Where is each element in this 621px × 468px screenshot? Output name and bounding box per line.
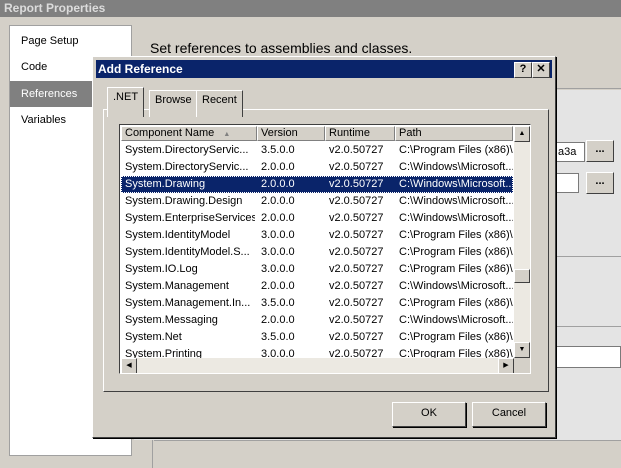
table-cell-name: System.Messaging bbox=[125, 314, 218, 326]
table-cell-name: System.Management bbox=[125, 280, 229, 292]
tab-recent[interactable]: Recent bbox=[196, 90, 243, 117]
vertical-scroll-thumb[interactable] bbox=[514, 269, 530, 283]
table-cell-runtime: v2.0.50727 bbox=[329, 280, 384, 292]
table-cell-version: 3.5.0.0 bbox=[261, 331, 295, 343]
table-cell-name: System.IO.Log bbox=[125, 263, 198, 275]
table-cell-runtime: v2.0.50727 bbox=[329, 144, 384, 156]
background-field[interactable] bbox=[555, 346, 621, 368]
table-cell-path: C:\Windows\Microsoft... bbox=[399, 280, 513, 292]
table-row[interactable]: System.Management.In... 3.5.0.0 v2.0.50727… bbox=[121, 295, 513, 312]
table-row[interactable]: System.IdentityModel 3.0.0.0 v2.0.50727 C:\… bbox=[121, 227, 513, 244]
table-cell-runtime: v2.0.50727 bbox=[329, 161, 384, 173]
background-browse-button-2[interactable]: ... bbox=[586, 172, 614, 194]
table-row[interactable]: System.Management 2.0.0.0 v2.0.50727 C:\Win… bbox=[121, 278, 513, 295]
table-cell-version: 2.0.0.0 bbox=[261, 280, 295, 292]
table-row[interactable]: System.IO.Log 3.0.0.0 v2.0.50727 C:\Program… bbox=[121, 261, 513, 278]
table-cell-name: System.DirectoryServic... bbox=[125, 144, 249, 156]
divider bbox=[154, 440, 621, 441]
table-cell-version: 3.0.0.0 bbox=[261, 263, 295, 275]
table-cell-name: System.IdentityModel.S... bbox=[125, 246, 250, 258]
column-header-path[interactable]: Path bbox=[395, 126, 513, 141]
scroll-left-button[interactable]: ◀ bbox=[121, 358, 137, 373]
ok-button[interactable]: OK bbox=[392, 402, 466, 427]
tab-net[interactable]: .NET bbox=[107, 87, 145, 117]
component-list[interactable]: Component Name ▲ Version Runtime Path Sy… bbox=[119, 124, 531, 374]
table-row[interactable]: System.Messaging 2.0.0.0 v2.0.50727 C:\Wind… bbox=[121, 312, 513, 329]
background-assembly-field[interactable]: a3a bbox=[555, 142, 585, 162]
table-cell-runtime: v2.0.50727 bbox=[329, 195, 384, 207]
table-cell-path: C:\Windows\Microsoft... bbox=[399, 195, 513, 207]
table-cell-path: C:\Windows\Microsoft... bbox=[399, 161, 513, 173]
column-header-component-name[interactable]: Component Name ▲ bbox=[121, 126, 257, 141]
table-cell-version: 2.0.0.0 bbox=[261, 212, 295, 224]
table-row[interactable]: System.DirectoryServic... 3.5.0.0 v2.0.507… bbox=[121, 142, 513, 159]
list-header: Component Name ▲ Version Runtime Path bbox=[121, 126, 513, 141]
scroll-right-button[interactable]: ▶ bbox=[498, 358, 514, 373]
scroll-up-button[interactable]: ▲ bbox=[514, 126, 530, 142]
table-cell-name: System.Management.In... bbox=[125, 297, 251, 309]
table-cell-path: C:\Windows\Microsoft... bbox=[399, 314, 513, 326]
table-cell-path: C:\Windows\Microsoft... bbox=[399, 178, 513, 190]
vertical-scrollbar[interactable]: ▲ ▼ bbox=[514, 126, 530, 358]
table-cell-version: 2.0.0.0 bbox=[261, 195, 295, 207]
table-cell-name: System.Drawing.Design bbox=[125, 195, 243, 207]
background-heading: Set references to assemblies and classes… bbox=[150, 40, 413, 56]
table-cell-name: System.EnterpriseServices bbox=[125, 212, 255, 224]
table-row[interactable]: System.Drawing 2.0.0.0 v2.0.50727 C:\Window… bbox=[121, 176, 513, 193]
table-row[interactable]: System.IdentityModel.S... 3.0.0.0 v2.0.507… bbox=[121, 244, 513, 261]
close-icon: ✕ bbox=[536, 63, 546, 75]
scroll-down-button[interactable]: ▼ bbox=[514, 342, 530, 358]
column-header-version[interactable]: Version bbox=[257, 126, 325, 141]
table-cell-path: C:\Program Files (x86)\... bbox=[399, 331, 513, 343]
table-cell-version: 2.0.0.0 bbox=[261, 178, 295, 190]
table-row[interactable]: System.EnterpriseServices 2.0.0.0 v2.0.507… bbox=[121, 210, 513, 227]
table-cell-runtime: v2.0.50727 bbox=[329, 229, 384, 241]
tab-browse[interactable]: Browse bbox=[149, 90, 198, 117]
table-cell-version: 2.0.0.0 bbox=[261, 314, 295, 326]
column-header-runtime[interactable]: Runtime bbox=[325, 126, 395, 141]
table-row[interactable]: System.DirectoryServic... 2.0.0.0 v2.0.507… bbox=[121, 159, 513, 176]
table-cell-path: C:\Program Files (x86)\... bbox=[399, 297, 513, 309]
horizontal-scrollbar[interactable]: ◀ ▶ bbox=[121, 358, 514, 373]
help-button[interactable]: ? bbox=[514, 62, 532, 78]
add-reference-dialog: Add Reference ? ✕ Browse Recent .NET Com… bbox=[92, 56, 556, 438]
dialog-title: Add Reference bbox=[98, 62, 183, 76]
table-cell-version: 3.5.0.0 bbox=[261, 297, 295, 309]
table-cell-path: C:\Program Files (x86)\... bbox=[399, 263, 513, 275]
table-cell-version: 3.0.0.0 bbox=[261, 246, 295, 258]
dialog-titlebar: Add Reference ? ✕ bbox=[96, 60, 552, 78]
table-row[interactable]: System.Drawing.Design 2.0.0.0 v2.0.50727 C:… bbox=[121, 193, 513, 210]
background-class-field[interactable] bbox=[555, 173, 579, 193]
table-cell-name: System.IdentityModel bbox=[125, 229, 231, 241]
table-cell-runtime: v2.0.50727 bbox=[329, 246, 384, 258]
table-cell-version: 3.5.0.0 bbox=[261, 144, 295, 156]
table-cell-path: C:\Program Files (x86)\... bbox=[399, 229, 513, 241]
cancel-button[interactable]: Cancel bbox=[472, 402, 546, 427]
table-cell-runtime: v2.0.50727 bbox=[329, 331, 384, 343]
table-cell-runtime: v2.0.50727 bbox=[329, 263, 384, 275]
table-cell-runtime: v2.0.50727 bbox=[329, 178, 384, 190]
background-window-title: Report Properties bbox=[0, 0, 621, 17]
table-cell-version: 3.0.0.0 bbox=[261, 229, 295, 241]
table-cell-runtime: v2.0.50727 bbox=[329, 297, 384, 309]
background-browse-button[interactable]: ... bbox=[586, 140, 614, 162]
scrollbar-corner bbox=[514, 358, 530, 373]
table-cell-name: System.Drawing bbox=[125, 178, 206, 190]
table-cell-version: 2.0.0.0 bbox=[261, 161, 295, 173]
sidebar-item-page-setup[interactable]: Page Setup bbox=[10, 28, 131, 54]
sort-ascending-icon: ▲ bbox=[223, 131, 231, 138]
table-cell-runtime: v2.0.50727 bbox=[329, 314, 384, 326]
divider bbox=[152, 440, 153, 468]
table-cell-path: C:\Program Files (x86)\... bbox=[399, 246, 513, 258]
table-cell-name: System.Net bbox=[125, 331, 182, 343]
table-cell-path: C:\Program Files (x86)\... bbox=[399, 144, 513, 156]
table-cell-name: System.DirectoryServic... bbox=[125, 161, 249, 173]
close-button[interactable]: ✕ bbox=[532, 62, 550, 78]
table-cell-path: C:\Windows\Microsoft... bbox=[399, 212, 513, 224]
table-row[interactable]: System.Net 3.5.0.0 v2.0.50727 C:\Program Fi… bbox=[121, 329, 513, 346]
table-cell-runtime: v2.0.50727 bbox=[329, 212, 384, 224]
